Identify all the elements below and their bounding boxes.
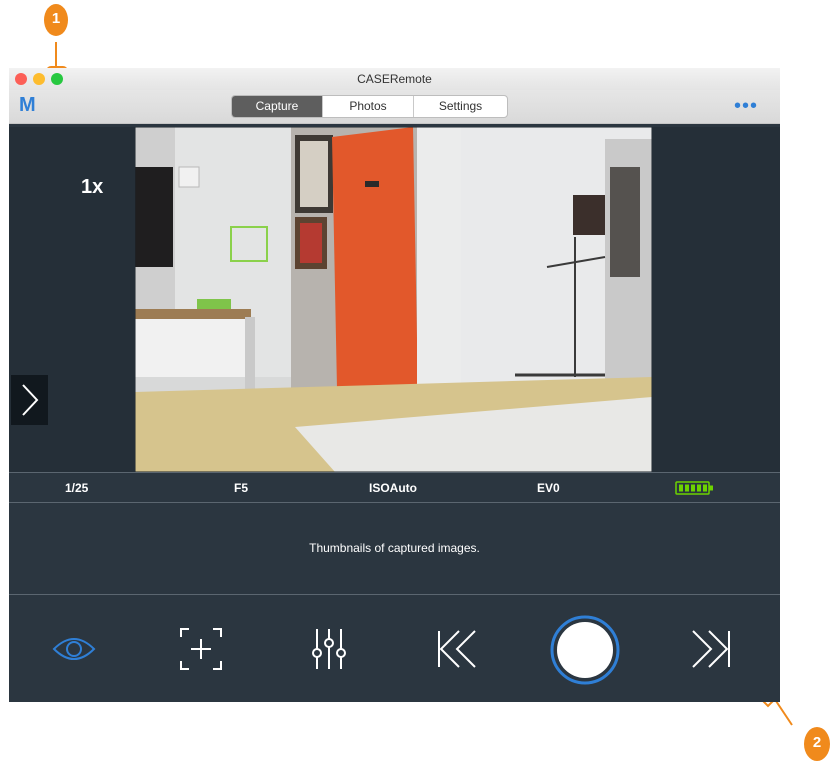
- live-view-image[interactable]: [135, 127, 652, 472]
- title-bar[interactable]: CASERemote: [9, 68, 780, 91]
- annotation-2-label: 2: [812, 734, 822, 751]
- app-logo[interactable]: M: [19, 94, 36, 117]
- view-segmented-control: Capture Photos Settings: [231, 95, 508, 118]
- battery-icon: [675, 481, 715, 501]
- iso[interactable]: ISOAuto: [369, 481, 417, 495]
- thumbnail-strip[interactable]: Thumbnails of captured images.: [9, 503, 780, 595]
- focus-icon[interactable]: [171, 619, 231, 679]
- app-window: CASERemote M Capture Photos Settings •••…: [9, 68, 780, 702]
- thumbnail-placeholder-text: Thumbnails of captured images.: [309, 541, 480, 555]
- shutter-speed[interactable]: 1/25: [65, 481, 88, 495]
- chevron-right-icon: [21, 384, 38, 416]
- capture-controls: [9, 595, 780, 702]
- tab-photos[interactable]: Photos: [323, 96, 414, 117]
- more-options-icon[interactable]: •••: [734, 95, 758, 118]
- tab-capture[interactable]: Capture: [232, 96, 323, 117]
- sliders-icon[interactable]: [299, 619, 359, 679]
- live-view-area: 1x: [9, 127, 780, 472]
- eye-icon[interactable]: [44, 619, 104, 679]
- window-title: CASERemote: [357, 72, 432, 86]
- zoom-level[interactable]: 1x: [81, 176, 103, 199]
- first-icon[interactable]: [427, 619, 487, 679]
- last-icon[interactable]: [681, 619, 741, 679]
- aperture[interactable]: F5: [234, 481, 248, 495]
- exposure-value[interactable]: EV0: [537, 481, 560, 495]
- shutter-icon[interactable]: [549, 614, 621, 686]
- toolbar: M Capture Photos Settings •••: [9, 90, 780, 124]
- exposure-status-bar: 1/25 F5 ISOAuto EV0: [9, 472, 780, 503]
- next-panel-button[interactable]: [11, 375, 48, 425]
- annotation-1-label: 1: [51, 10, 61, 27]
- tab-settings[interactable]: Settings: [414, 96, 507, 117]
